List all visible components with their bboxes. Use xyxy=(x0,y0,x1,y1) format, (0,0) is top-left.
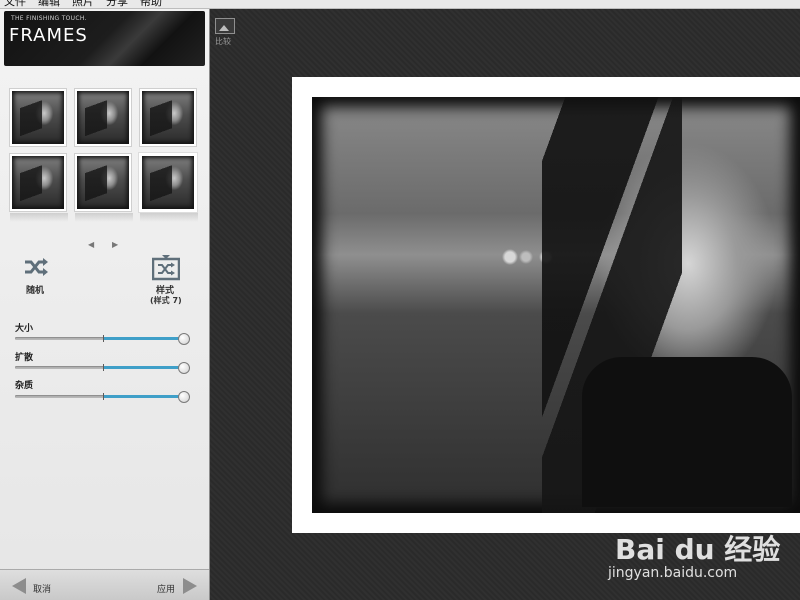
random-label: 随机 xyxy=(26,286,45,296)
spread-slider[interactable] xyxy=(15,362,190,374)
frame-thumbnail-5[interactable] xyxy=(74,153,133,222)
spread-slider-center-tick xyxy=(103,364,104,371)
photo-body xyxy=(582,357,792,507)
size-slider[interactable] xyxy=(15,333,190,345)
watermark-brand: Bai du 经验 xyxy=(615,533,781,566)
style-frame-shuffle-icon xyxy=(152,255,180,281)
compare-label[interactable]: 比较 xyxy=(215,36,231,47)
style-value: (样式 7) xyxy=(150,296,182,305)
noise-slider-thumb[interactable] xyxy=(178,391,190,403)
frame-thumbnail-1[interactable] xyxy=(9,88,67,147)
menu-edit[interactable]: 编辑 xyxy=(38,0,60,8)
menu-file[interactable]: 文件 xyxy=(4,0,26,8)
size-slider-fill xyxy=(103,337,183,340)
frame-thumbnail-2[interactable] xyxy=(74,88,132,147)
noise-slider-fill xyxy=(103,395,183,398)
header-title: FRAMES xyxy=(9,25,88,46)
frames-header: THE FINISHING TOUCH. FRAMES xyxy=(4,11,205,66)
spread-slider-fill xyxy=(103,366,183,369)
spread-slider-thumb[interactable] xyxy=(178,362,190,374)
prev-page-icon[interactable]: ◀ xyxy=(88,240,94,249)
shuffle-icon xyxy=(25,258,48,276)
cancel-button[interactable]: 取消 xyxy=(33,582,51,595)
header-tagline: THE FINISHING TOUCH. xyxy=(11,15,87,22)
photo-image xyxy=(312,97,800,513)
frame-thumbnail-3[interactable] xyxy=(139,88,197,147)
panel-footer: 取消 应用 xyxy=(0,569,209,600)
main-canvas: 比较 xyxy=(210,9,800,600)
menu-share[interactable]: 分享 xyxy=(106,0,128,8)
apply-button[interactable]: 应用 xyxy=(157,582,175,595)
apply-arrow-icon[interactable] xyxy=(183,578,197,594)
baidu-watermark: Bai du 经验 jingyan.baidu.com xyxy=(600,520,800,600)
noise-slider-center-tick xyxy=(103,393,104,400)
cancel-arrow-icon[interactable] xyxy=(12,578,26,594)
framed-photo xyxy=(292,77,800,533)
menu-photo[interactable]: 照片 xyxy=(72,0,94,8)
left-panel: THE FINISHING TOUCH. FRAMES ◀ ▶ 随机 样式 (样… xyxy=(0,9,210,600)
frame-thumbnail-grid xyxy=(9,88,202,222)
size-slider-label: 大小 xyxy=(15,324,34,334)
frame-thumbnail-6-selected[interactable] xyxy=(139,153,198,222)
size-slider-thumb[interactable] xyxy=(178,333,190,345)
watermark-url: jingyan.baidu.com xyxy=(608,565,738,581)
spread-slider-label: 扩散 xyxy=(15,353,34,363)
noise-slider-label: 杂质 xyxy=(15,381,34,391)
frame-thumbnail-4[interactable] xyxy=(9,153,68,222)
size-slider-center-tick xyxy=(103,335,104,342)
compare-icon[interactable] xyxy=(215,18,235,34)
menu-bar: 文件 编辑 照片 分享 帮助 xyxy=(0,0,800,9)
noise-slider[interactable] xyxy=(15,391,190,403)
menu-help[interactable]: 帮助 xyxy=(140,0,162,8)
next-page-icon[interactable]: ▶ xyxy=(112,240,118,249)
